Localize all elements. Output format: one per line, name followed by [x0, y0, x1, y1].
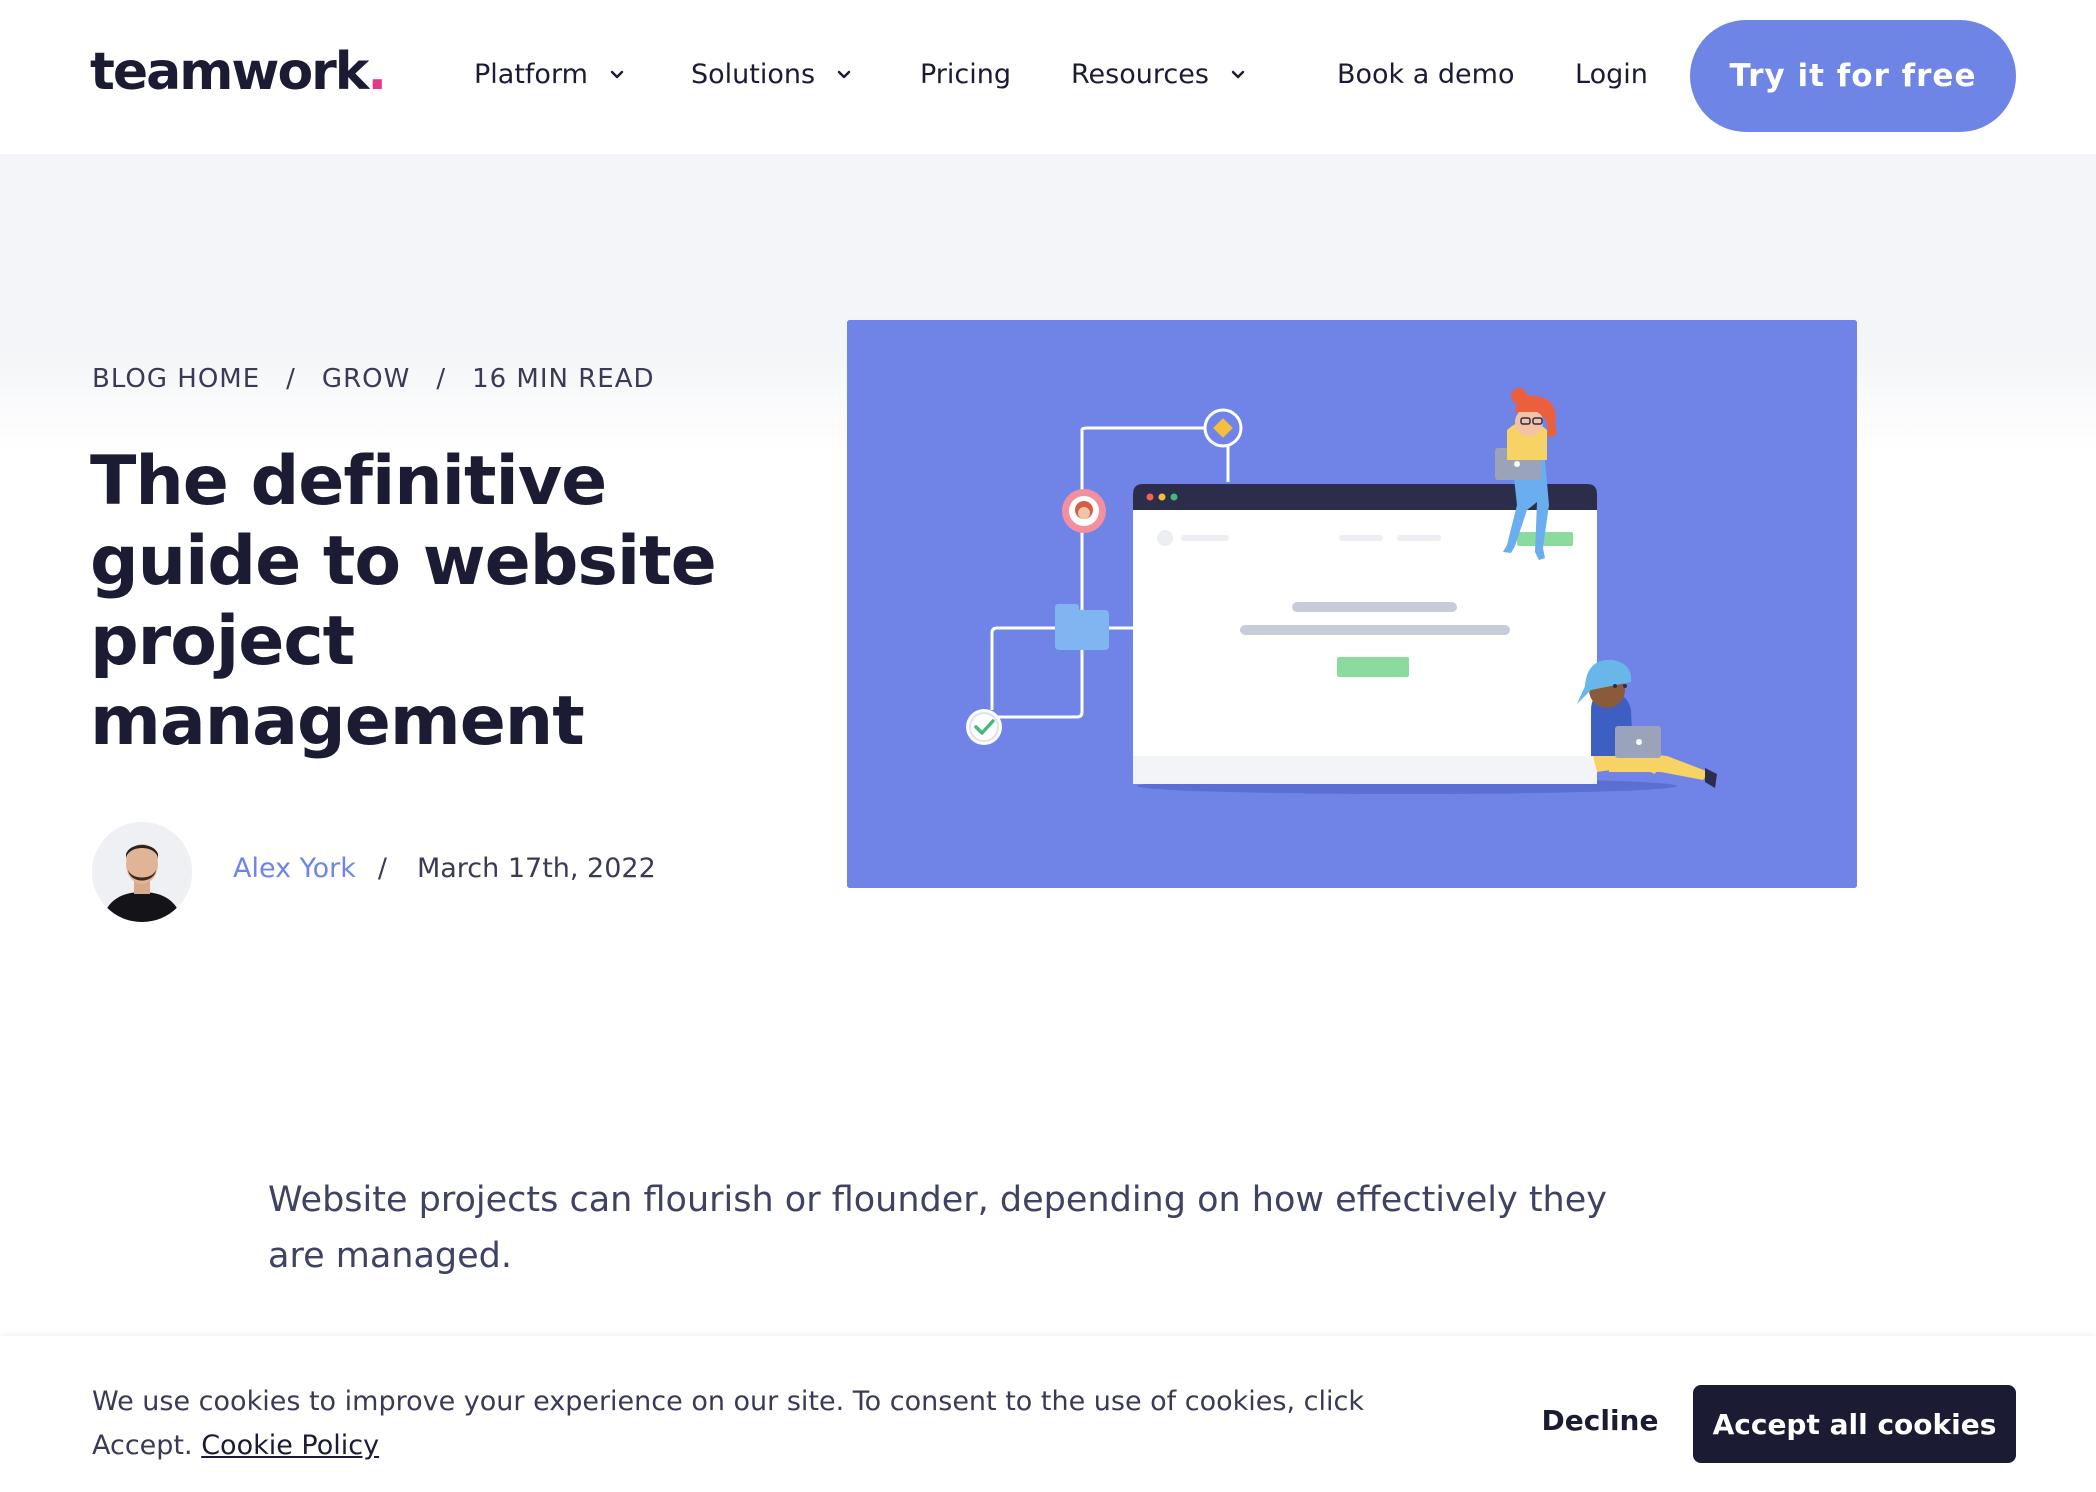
read-time: 16 MIN READ	[472, 364, 655, 394]
nav-book-demo[interactable]: Book a demo	[1337, 55, 1514, 95]
article-title: The definitive guide to website project …	[90, 442, 717, 761]
nav-solutions-label: Solutions	[691, 59, 816, 90]
publish-date: March 17th, 2022	[416, 853, 656, 884]
author-avatar[interactable]	[92, 822, 192, 922]
chevron-down-icon	[837, 70, 851, 79]
website-project-illustration	[847, 320, 1857, 888]
author-link[interactable]: Alex York	[233, 853, 356, 884]
logo-dot: .	[367, 42, 387, 102]
nav-pricing-label: Pricing	[920, 59, 1012, 90]
nav-pricing[interactable]: Pricing	[920, 55, 1011, 95]
teamwork-logo[interactable]: teamwork.	[90, 42, 387, 102]
accept-cookies-button[interactable]: Accept all cookies	[1693, 1385, 2016, 1463]
byline-separator: /	[377, 853, 387, 884]
article-intro: Website projects can flourish or flounde…	[268, 1180, 1607, 1276]
nav-resources[interactable]: Resources	[1071, 55, 1249, 95]
nav-book-demo-label: Book a demo	[1337, 59, 1515, 90]
site-header: teamwork. Platform Solutions Pricing Res…	[0, 0, 2096, 154]
chevron-down-icon	[1231, 70, 1245, 79]
nav-solutions[interactable]: Solutions	[691, 55, 855, 95]
chevron-down-icon	[610, 70, 624, 79]
nav-platform[interactable]: Platform	[474, 55, 628, 95]
nav-login-label: Login	[1575, 59, 1648, 90]
breadcrumb-blog-home[interactable]: BLOG HOME	[92, 364, 260, 394]
breadcrumb-category[interactable]: GROW	[322, 364, 410, 394]
cookie-message: We use cookies to improve your experienc…	[92, 1380, 1452, 1468]
cookie-policy-link[interactable]: Cookie Policy	[201, 1430, 379, 1461]
decline-cookies-button[interactable]: Decline	[1530, 1390, 1670, 1450]
author-photo	[92, 822, 192, 922]
breadcrumb-separator: /	[286, 364, 296, 394]
try-free-button[interactable]: Try it for free	[1690, 20, 2016, 132]
breadcrumb-separator: /	[436, 364, 447, 394]
logo-text: teamwork	[90, 42, 369, 102]
nav-platform-label: Platform	[474, 59, 588, 90]
hero-illustration	[847, 320, 1857, 888]
breadcrumb: BLOG HOME / GROW / 16 MIN READ	[92, 364, 655, 394]
nav-login[interactable]: Login	[1575, 55, 1648, 95]
nav-resources-label: Resources	[1071, 59, 1209, 90]
byline: Alex York / March 17th, 2022	[233, 853, 656, 884]
